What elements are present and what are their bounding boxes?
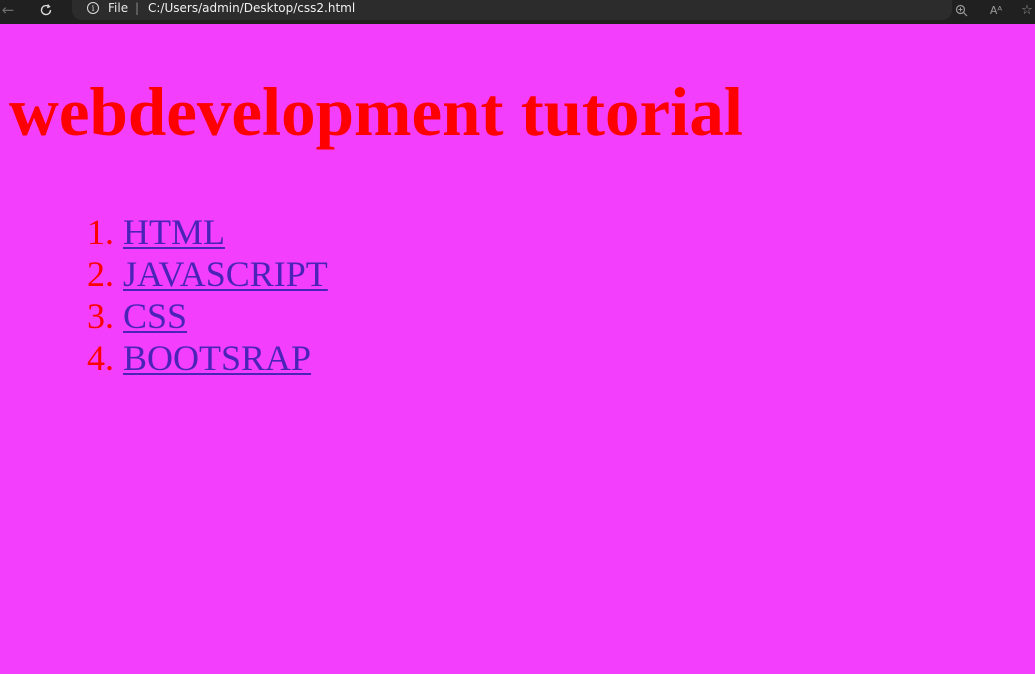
read-aloud-button[interactable]: Aᴬ bbox=[986, 0, 1006, 20]
list-number: 4. bbox=[87, 338, 114, 378]
star-icon: ☆ bbox=[1021, 2, 1033, 18]
zoom-in-icon bbox=[955, 4, 967, 16]
link-css[interactable]: CSS bbox=[123, 296, 187, 336]
back-button[interactable]: ← bbox=[0, 0, 20, 20]
zoom-button[interactable] bbox=[951, 0, 971, 20]
info-icon[interactable]: i bbox=[87, 2, 99, 14]
link-html[interactable]: HTML bbox=[123, 212, 225, 252]
reload-button[interactable] bbox=[34, 0, 58, 20]
reload-icon bbox=[40, 4, 52, 16]
page-title: webdevelopment tutorial bbox=[9, 74, 744, 150]
arrow-left-icon: ← bbox=[1, 1, 15, 19]
list-number: 2. bbox=[87, 254, 114, 294]
read-aloud-icon: Aᴬ bbox=[989, 3, 1003, 17]
list-item: 4. BOOTSRAP bbox=[72, 337, 328, 379]
link-javascript[interactable]: JAVASCRIPT bbox=[123, 254, 328, 294]
favorite-button[interactable]: ☆ bbox=[1017, 0, 1035, 20]
browser-toolbar: ← i File | C:/Users/admin/Desktop/css2.h… bbox=[0, 0, 1035, 24]
page-content: webdevelopment tutorial 1. HTML 2. JAVAS… bbox=[0, 24, 1035, 674]
list-number: 3. bbox=[87, 296, 114, 336]
list-number: 1. bbox=[87, 212, 114, 252]
address-separator: | bbox=[135, 1, 140, 15]
link-bootsrap[interactable]: BOOTSRAP bbox=[123, 338, 311, 378]
address-bar[interactable]: i File | C:/Users/admin/Desktop/css2.htm… bbox=[72, 0, 952, 20]
list-item: 3. CSS bbox=[72, 295, 328, 337]
url-text[interactable]: C:/Users/admin/Desktop/css2.html bbox=[148, 1, 355, 15]
scheme-label: File bbox=[108, 1, 129, 15]
list-item: 1. HTML bbox=[72, 211, 328, 253]
list-item: 2. JAVASCRIPT bbox=[72, 253, 328, 295]
tutorial-list: 1. HTML 2. JAVASCRIPT 3. CSS 4. BOOTSRAP bbox=[72, 211, 328, 379]
